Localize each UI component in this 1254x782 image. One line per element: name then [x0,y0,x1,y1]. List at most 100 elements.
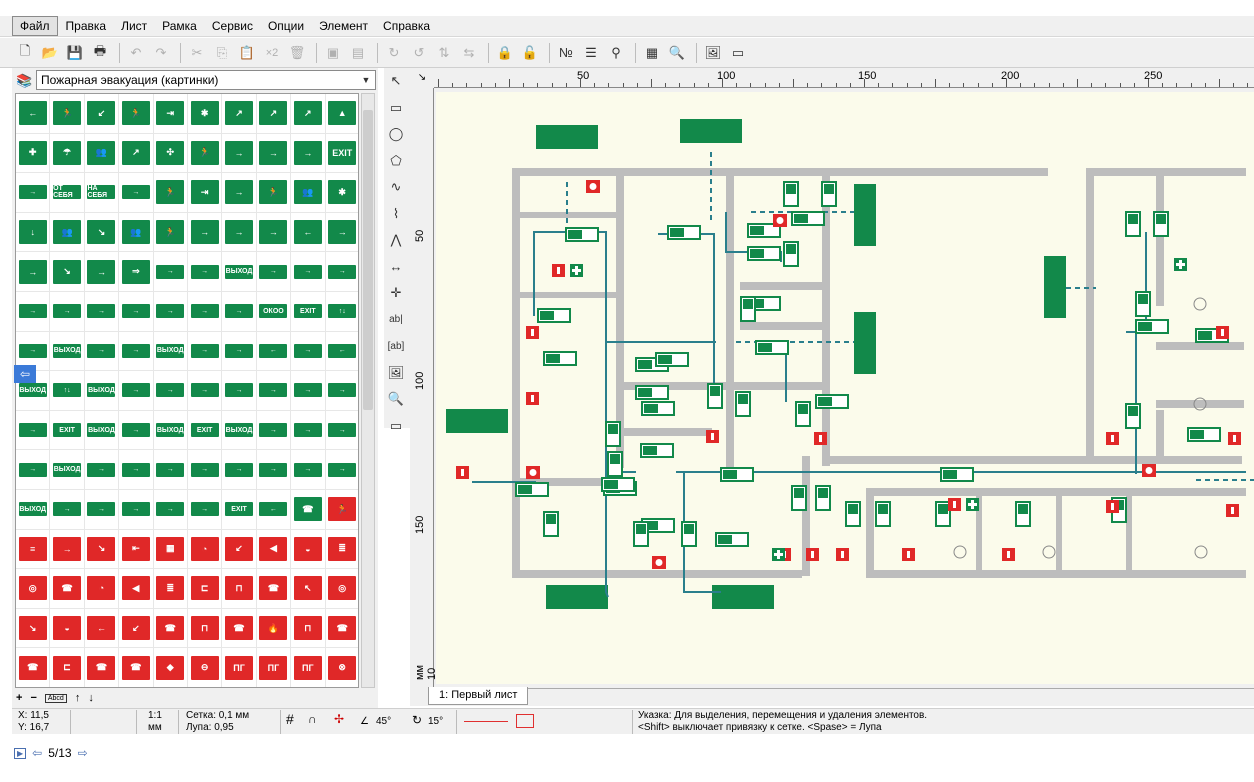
palette-item[interactable]: ← [84,608,120,649]
lock-icon[interactable]: 🔒 [494,42,516,64]
palette-item[interactable]: ↙ [222,529,257,570]
palette-item[interactable]: ПГ [222,648,257,687]
palette-item[interactable]: → [119,371,154,411]
ruler-corner-icon[interactable]: ↘ [410,68,434,88]
palette-item[interactable]: → [256,450,292,490]
palette-item[interactable]: ✱ [187,94,223,134]
polygon-icon[interactable]: ⬠ [384,148,408,175]
palette-item[interactable]: ВЫХОД [84,371,120,411]
palette-item[interactable]: → [16,173,51,213]
palette-item[interactable]: → [256,212,292,253]
palette-item[interactable]: ◔ [84,569,120,609]
palette-item[interactable]: ↗ [256,94,292,134]
point-icon[interactable]: ✛ [384,280,408,307]
palette-item[interactable]: ⊓ [222,569,257,609]
mirror-v-icon[interactable]: ⇅ [433,42,455,64]
palette-item[interactable]: ВЫХОД [153,331,188,372]
tab-sheet-1[interactable]: 1: Первый лист [428,687,529,705]
palette-item[interactable]: → [187,489,223,530]
add-page-button[interactable]: + [16,692,22,704]
palette-item[interactable]: 👥 [291,173,326,213]
palette-item[interactable]: EXIT [291,291,326,332]
move-up-button[interactable]: ↑ [75,692,81,704]
palette-item[interactable]: ← [16,94,51,134]
palette-item[interactable]: → [187,252,223,292]
dimension-icon[interactable]: ↔ [384,254,408,281]
palette-item[interactable]: ☎ [256,569,292,609]
palette-item[interactable]: ВЫХОД [16,489,51,530]
zoom-icon[interactable]: 🔍 [384,386,408,413]
palette-item[interactable]: ВЫХОД [50,450,85,490]
palette-item[interactable]: → [187,371,223,411]
palette-item[interactable]: ↗ [119,133,154,174]
palette-item[interactable]: ⊏ [50,648,85,687]
palette-item[interactable]: ← [325,332,358,372]
redo-icon[interactable]: ↷ [150,42,172,64]
palette-item[interactable]: ✣ [153,133,188,174]
play-icon[interactable]: ▶ [14,747,27,759]
palette-item[interactable]: → [291,133,326,174]
numbering-icon[interactable]: № [555,42,577,64]
palette-item[interactable]: ⊖ [187,648,223,687]
palette-item[interactable]: ▦ [153,529,188,570]
palette-item[interactable]: ↘ [84,212,120,253]
menu-item-6[interactable]: Элемент [312,17,375,35]
angle-icon[interactable]: ∠ [360,716,369,728]
palette-item[interactable]: ↑↓ [325,292,358,332]
palette-item[interactable]: → [153,489,188,530]
line-style[interactable] [464,721,508,722]
palette-item[interactable]: НА СЕБЯ [84,173,120,213]
palette-item[interactable]: ☎ [84,648,120,687]
palette-item[interactable]: → [84,291,120,332]
palette-item[interactable]: 👥 [50,212,85,253]
palette-item[interactable]: EXIT [325,134,358,174]
palette-item[interactable]: ☎ [291,489,326,530]
palette-item[interactable]: ← [291,212,326,253]
menu-item-0[interactable]: Файл [12,16,58,36]
scroll-thumb[interactable] [363,110,373,410]
next-icon[interactable]: ⇨ [78,746,88,760]
unlock-icon[interactable]: 🔓 [519,42,541,64]
palette-item[interactable]: → [222,450,257,490]
palette-item[interactable]: → [119,291,154,332]
palette-item[interactable]: ⊓ [187,608,223,649]
palette-item[interactable]: → [222,133,257,174]
image-icon[interactable]: 🖼 [702,42,724,64]
palette-item[interactable]: → [187,331,223,372]
menu-item-4[interactable]: Сервис [205,17,260,35]
palette-item[interactable]: ◀ [256,529,292,570]
palette-item[interactable]: ↗ [222,94,257,134]
palette-item[interactable]: → [153,291,188,332]
palette-item[interactable]: → [84,252,120,292]
palette-item[interactable]: → [256,133,292,174]
palette-item[interactable]: ◎ [325,569,358,609]
palette-item[interactable]: → [222,291,257,332]
fill-style[interactable] [516,714,534,728]
palette-item[interactable]: → [50,489,85,530]
palette-item[interactable]: ⇥ [187,173,223,213]
move-down-button[interactable]: ↓ [88,692,94,704]
palette-item[interactable]: ⊓ [291,608,326,649]
palette-item[interactable]: → [119,173,154,213]
angle-value-1[interactable]: 45° [376,716,391,728]
group-icon[interactable]: ▣ [322,42,344,64]
palette-item[interactable]: ⇤ [119,529,154,570]
palette-item[interactable]: ВЫХОД [84,410,120,451]
ellipse-icon[interactable]: ◯ [384,121,408,148]
palette-item[interactable]: ◒ [50,608,85,649]
palette-item[interactable]: → [119,450,154,490]
rotate-icon[interactable]: ↻ [383,42,405,64]
palette-item[interactable]: ☎ [119,648,154,687]
palette-item[interactable]: ↗ [291,94,326,134]
palette-item[interactable]: → [84,331,120,372]
palette-item[interactable]: → [50,529,85,570]
palette-item[interactable]: ⇒ [119,252,154,292]
palette-item[interactable]: → [325,252,358,292]
palette-item[interactable]: 🏃 [153,212,188,253]
palette-item[interactable]: ↘ [16,608,51,649]
palette-item[interactable]: ВЫХОД [50,331,85,372]
palette-item[interactable]: → [84,489,120,530]
palette-item[interactable]: → [187,291,223,332]
palette-item[interactable]: → [325,371,358,411]
palette-item[interactable]: → [291,252,326,292]
